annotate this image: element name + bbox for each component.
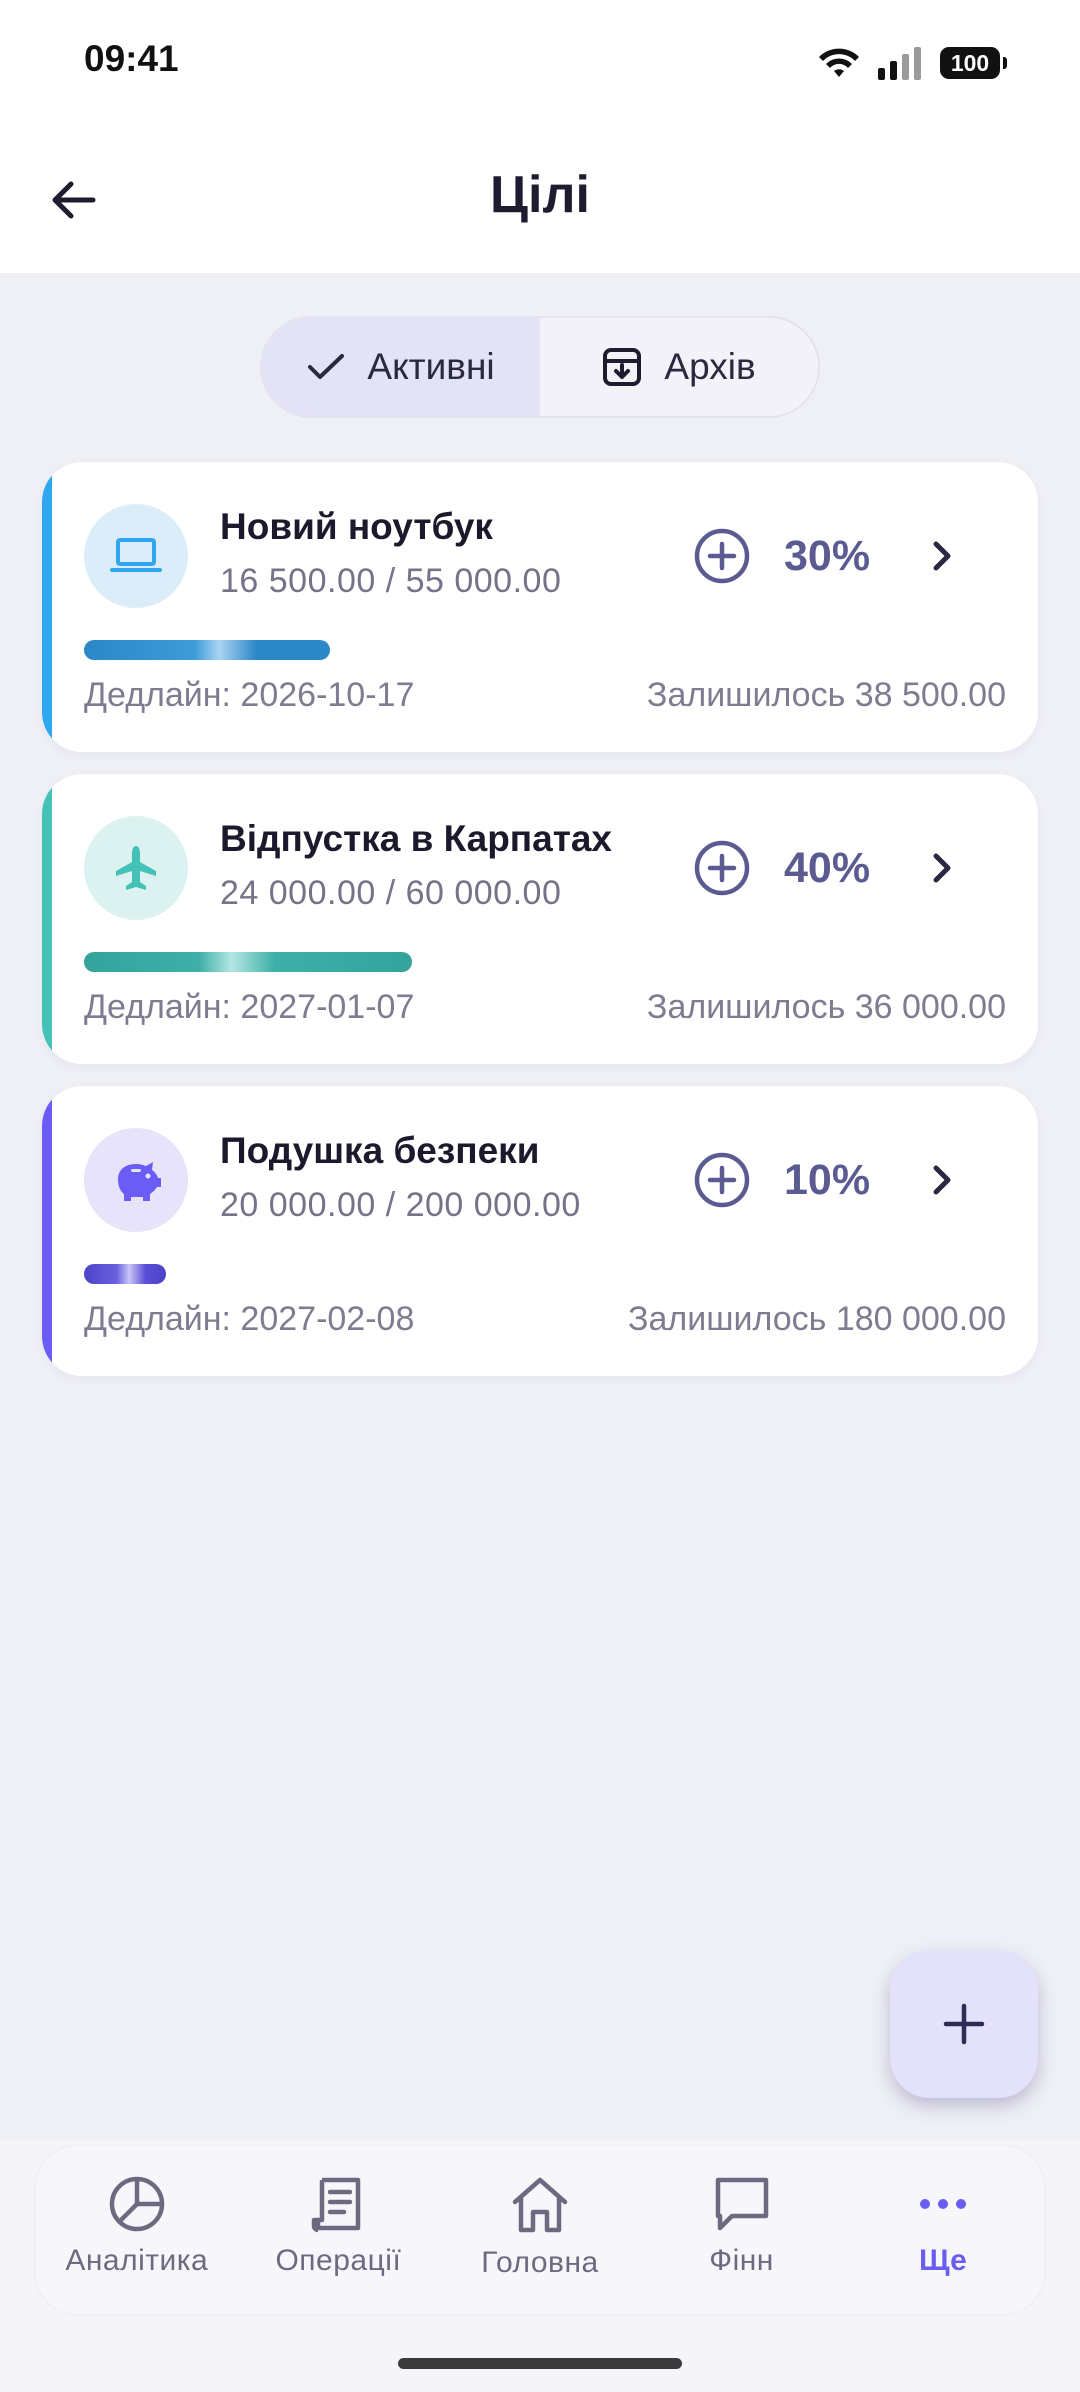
tab-active-label: Активні [367,346,495,387]
status-time: 09:41 [84,38,179,79]
goal-deadline: Дедлайн: 2027-01-07 [84,988,415,1026]
goal-accent-bar [42,462,52,752]
goal-percent: 40% [784,844,871,892]
add-contribution-button[interactable] [692,1150,752,1210]
goals-filter-segmented: Активні Архів [260,316,820,418]
app-bar: Цілі [0,125,1080,273]
goal-deadline: Дедлайн: 2027-02-08 [84,1300,415,1338]
goal-progress-bar [84,952,996,972]
goal-amount: 20 000.00 / 200 000.00 [220,1186,581,1224]
goal-percent: 30% [784,532,871,580]
plus-icon [943,2003,985,2045]
chevron-right-icon[interactable] [922,1160,962,1200]
more-dots-icon [920,2199,967,2209]
add-contribution-button[interactable] [692,526,752,586]
nav-label-finn: Фінн [709,2244,774,2277]
nav-label-more: Ще [919,2244,968,2277]
goal-name: Відпустка в Карпатах [220,818,613,859]
signal-icon [878,47,921,80]
nav-item-finn[interactable]: Фінн [641,2146,843,2314]
check-icon [308,354,345,379]
nav-label-home: Головна [481,2246,599,2279]
goal-remaining: Залишилось 180 000.00 [627,1300,1006,1338]
goal-accent-bar [42,1086,52,1376]
page-title: Цілі [490,166,590,224]
battery-indicator: 100 [940,47,1007,79]
nav-label-operations: Операції [275,2244,402,2277]
home-icon [512,2177,568,2233]
goal-card[interactable]: Подушка безпеки 20 000.00 / 200 000.00 1… [42,1086,1038,1376]
piggy-bank-icon [118,1162,161,1201]
status-bar: 09:41 100 [0,0,1080,125]
goal-progress-fill [84,1264,166,1284]
add-goal-button[interactable] [890,1950,1038,2098]
airplane-icon [116,846,156,890]
goal-amount: 16 500.00 / 55 000.00 [220,562,562,600]
goal-name: Подушка безпеки [220,1130,540,1171]
receipt-icon [312,2177,361,2233]
goal-name: Новий ноутбук [220,506,493,547]
goal-progress-fill [84,952,412,972]
chevron-right-icon[interactable] [922,536,962,576]
pie-chart-icon [109,2176,165,2232]
nav-label-analytics: Аналітика [65,2244,209,2277]
goal-deadline: Дедлайн: 2026-10-17 [84,676,415,714]
goal-remaining: Залишилось 38 500.00 [646,676,1006,714]
nav-item-more[interactable]: Ще [842,2146,1044,2314]
nav-item-analytics[interactable]: Аналітика [36,2146,238,2314]
goal-remaining: Залишилось 36 000.00 [646,988,1006,1026]
tab-archive[interactable]: Архів [540,318,818,416]
nav-item-operations[interactable]: Операції [238,2146,440,2314]
goal-progress-fill [84,640,330,660]
nav-item-home[interactable]: Головна [439,2146,641,2314]
add-contribution-button[interactable] [692,838,752,898]
chevron-right-icon[interactable] [922,848,962,888]
goal-accent-bar [42,774,52,1064]
archive-icon [603,348,642,386]
goal-icon-circle [84,1128,188,1232]
wifi-icon [819,48,859,77]
goal-card[interactable]: Відпустка в Карпатах 24 000.00 / 60 000.… [42,774,1038,1064]
chat-bubble-icon [715,2177,768,2231]
goal-card[interactable]: Новий ноутбук 16 500.00 / 55 000.00 30% … [42,462,1038,752]
goal-amount: 24 000.00 / 60 000.00 [220,874,562,912]
laptop-icon [110,538,162,572]
goal-progress-bar [84,1264,996,1284]
home-indicator [398,2358,682,2369]
tab-archive-label: Архів [664,346,756,387]
status-icons: 100 [818,40,1007,86]
bottom-navigation: Аналітика Операції Головна Фінн Ще [34,2144,1046,2316]
tab-active[interactable]: Активні [262,318,540,416]
goal-icon-circle [84,504,188,608]
goal-icon-circle [84,816,188,920]
goal-progress-bar [84,640,996,660]
goal-percent: 10% [784,1156,871,1204]
